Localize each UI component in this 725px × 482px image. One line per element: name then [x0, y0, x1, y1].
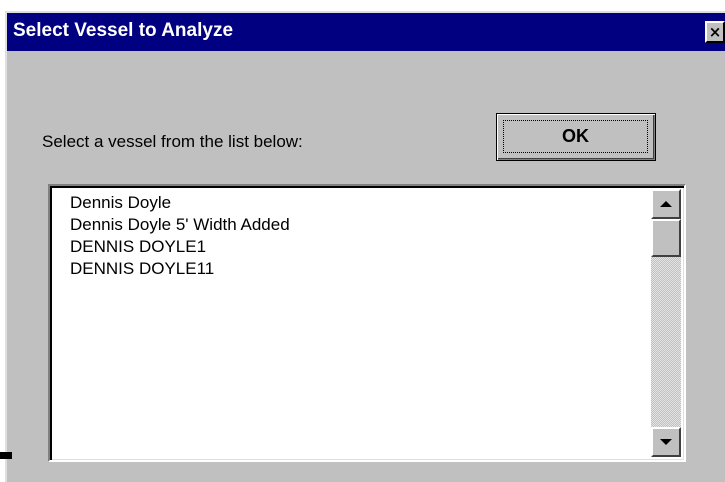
ok-button[interactable]: OK — [496, 113, 656, 161]
scroll-up-button[interactable] — [651, 189, 681, 219]
scroll-thumb[interactable] — [651, 219, 681, 257]
ok-button-label: OK — [503, 120, 648, 153]
list-item-vessel[interactable]: Dennis Doyle — [70, 192, 290, 214]
close-icon: × — [708, 23, 722, 41]
list-item-vessel[interactable]: DENNIS DOYLE11 — [70, 258, 290, 280]
scroll-up-arrow-icon — [660, 201, 672, 207]
list-item-vessel[interactable]: DENNIS DOYLE1 — [70, 236, 290, 258]
window-title: Select Vessel to Analyze — [13, 20, 234, 41]
select-vessel-dialog: Select Vessel to Analyze × Select a vess… — [5, 11, 725, 482]
instruction-label: Select a vessel from the list below: — [42, 132, 303, 151]
title-bar[interactable]: Select Vessel to Analyze × — [7, 13, 725, 51]
vertical-scrollbar[interactable] — [651, 189, 681, 457]
scroll-down-button[interactable] — [651, 427, 681, 457]
scroll-down-arrow-icon — [660, 439, 672, 445]
close-button[interactable]: × — [705, 21, 725, 43]
vessel-list-items: Dennis Doyle Dennis Doyle 5' Width Added… — [70, 192, 290, 280]
background-edge-line — [0, 452, 12, 459]
vessel-listbox[interactable]: Dennis Doyle Dennis Doyle 5' Width Added… — [48, 184, 686, 462]
list-item-vessel[interactable]: Dennis Doyle 5' Width Added — [70, 214, 290, 236]
